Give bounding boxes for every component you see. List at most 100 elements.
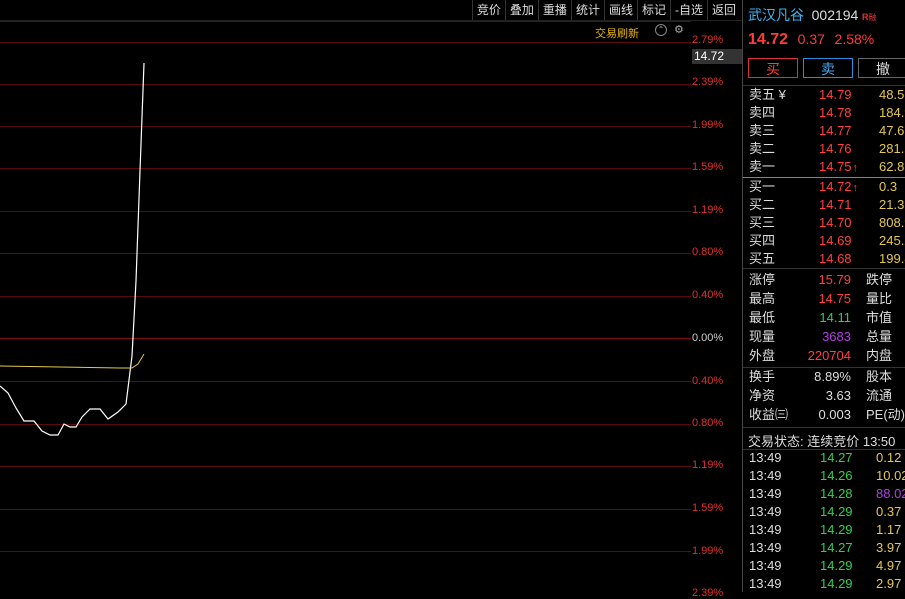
stat-row: 收益㈢ 0.003 PE(动) (749, 406, 905, 424)
level-price-text: 14.68 (819, 251, 852, 266)
bid-row[interactable]: 买三 14.70 808.9 (749, 214, 905, 232)
gear-icon[interactable]: ⚙ (674, 24, 684, 36)
divider (743, 268, 905, 269)
tick-volume: 3.97 (876, 540, 902, 555)
level-label: 买一 (749, 179, 776, 194)
toolbar-button[interactable]: 返回 (706, 0, 740, 20)
ask-row[interactable]: 卖二 14.76 281.5 (749, 140, 905, 158)
toolbar-button[interactable]: 标记 (636, 0, 670, 20)
stat-label: 收益㈢ (749, 407, 789, 422)
stock-name[interactable]: 武汉凡谷 (748, 7, 804, 23)
stat-row: 换手 8.89% 股本 (749, 368, 905, 386)
axis-pct-label: 0.80% (692, 417, 724, 429)
stat-label: 外盘 (749, 348, 776, 363)
tick-price: 14.29 (820, 576, 853, 591)
stat-value: 220704 (807, 348, 851, 363)
tick-row[interactable]: 13:49 14.27 0.12 (749, 449, 905, 467)
tick-price: 14.29 (820, 504, 853, 519)
stat-row: 净资 3.63 流通 (749, 387, 905, 405)
last-price: 14.72 (748, 31, 789, 48)
level-price: 14.71 (819, 196, 852, 214)
toolbar-button[interactable]: 画线 (603, 0, 637, 20)
toolbar-buttons: 竞价 叠加 重播 统计 画线 标记 -自选 返回 (471, 0, 740, 20)
scroll-up-icon[interactable]: ⌃ (655, 24, 667, 36)
ask-row[interactable]: 卖四 14.78 184.9 (749, 104, 905, 122)
level-price: 14.79 (819, 86, 852, 104)
toolbar-button[interactable]: -自选 (669, 0, 707, 20)
ask-row[interactable]: 卖五 ¥ 14.79 48.5 (749, 86, 905, 104)
tick-row[interactable]: 13:49 14.26 10.02 (749, 467, 905, 485)
level-volume: 21.3 (879, 197, 905, 212)
bid-row[interactable]: 买五 14.68 199.8 (749, 250, 905, 268)
bid-row[interactable]: 买四 14.69 245.2 (749, 232, 905, 250)
tick-price: 14.27 (820, 540, 853, 555)
stat-value: 14.11 (819, 310, 851, 325)
quote-line: 14.72 0.37 2.58% (748, 31, 874, 49)
level-label: 卖一 (749, 159, 776, 174)
stat-row: 涨停 15.79 跌停 (749, 271, 905, 289)
level-label: 买五 (749, 251, 776, 266)
toolbar-button[interactable]: 竞价 (471, 0, 505, 20)
level-price-text: 14.77 (819, 123, 852, 138)
level-price: 14.69 (819, 232, 852, 250)
tick-price: 14.29 (820, 522, 853, 537)
stat-row: 最高 14.75 量比 (749, 290, 905, 308)
price-change: 0.37 (797, 31, 825, 47)
tick-row[interactable]: 13:49 14.27 3.97 (749, 539, 905, 557)
ask-row[interactable]: 卖三 14.77 47.6 (749, 122, 905, 140)
stat-label: 最高 (749, 291, 776, 306)
level-label: 买三 (749, 215, 776, 230)
level-volume: 245.2 (879, 233, 905, 248)
tick-row[interactable]: 13:49 14.29 1.17 (749, 521, 905, 539)
axis-pct-label: 2.39% (692, 76, 724, 88)
stat-row: 外盘 220704 内盘 (749, 347, 905, 365)
level-label: 卖二 (749, 141, 776, 156)
stat-label-2: 量比 (866, 291, 893, 306)
level-volume: 184.9 (879, 105, 905, 120)
tick-time: 13:49 (749, 504, 782, 519)
level-volume: 48.5 (879, 87, 905, 102)
level-volume: 47.6 (879, 123, 905, 138)
level-price: 14.78 (819, 104, 852, 122)
intraday-chart[interactable] (0, 21, 691, 592)
stat-value: 15.79 (818, 272, 851, 287)
buy-button[interactable]: 买 (748, 58, 798, 78)
ask-row[interactable]: 卖一 14.75↑ 62.8 (749, 158, 905, 176)
stat-value: 0.003 (818, 407, 851, 422)
level-price-text: 14.69 (819, 233, 852, 248)
level-price-text: 14.75 (819, 159, 852, 174)
toolbar-button[interactable]: 重播 (537, 0, 571, 20)
trade-buttons: 买 卖 撤 (748, 58, 905, 78)
quote-panel: 武汉凡谷 002194 R融 14.72 0.37 2.58% 买 卖 撤 卖五… (743, 0, 905, 592)
level-price-text: 14.79 (819, 87, 852, 102)
tick-row[interactable]: 13:49 14.29 4.97 (749, 557, 905, 575)
tick-time: 13:49 (749, 522, 782, 537)
bid-row[interactable]: 买一 14.72↑ 0.3 (749, 178, 905, 196)
tick-row[interactable]: 13:49 14.29 2.97 (749, 575, 905, 592)
cancel-order-button[interactable]: 撤 (858, 58, 905, 78)
stat-value: 3683 (822, 329, 851, 344)
stat-label-2: 流通 (866, 388, 893, 403)
toolbar-button[interactable]: 统计 (570, 0, 604, 20)
current-price-marker: 14.72 (692, 49, 742, 64)
trade-refresh-label[interactable]: 交易刷新 (595, 25, 639, 41)
axis-pct-label: 1.19% (692, 459, 724, 471)
sell-button[interactable]: 卖 (803, 58, 853, 78)
price-change-pct: 2.58% (834, 31, 875, 47)
axis-pct-label: 0.00% (692, 332, 724, 344)
level-price: 14.76 (819, 140, 852, 158)
tick-volume: 4.97 (876, 558, 902, 573)
stat-value: 8.89% (814, 369, 851, 384)
level-price: 14.68 (819, 250, 852, 268)
tick-row[interactable]: 13:49 14.29 0.37 (749, 503, 905, 521)
tick-time: 13:49 (749, 576, 782, 591)
level-volume: 62.8 (879, 159, 905, 174)
tick-time: 13:49 (749, 540, 782, 555)
bid-row[interactable]: 买二 14.71 21.3 (749, 196, 905, 214)
toolbar-button[interactable]: 叠加 (504, 0, 538, 20)
level-volume: 0.3 (879, 179, 898, 194)
stat-label: 最低 (749, 310, 776, 325)
axis-pct-label: 0.80% (692, 246, 724, 258)
tick-row[interactable]: 13:49 14.28 88.02 (749, 485, 905, 503)
axis-pct-label: 1.99% (692, 545, 724, 557)
